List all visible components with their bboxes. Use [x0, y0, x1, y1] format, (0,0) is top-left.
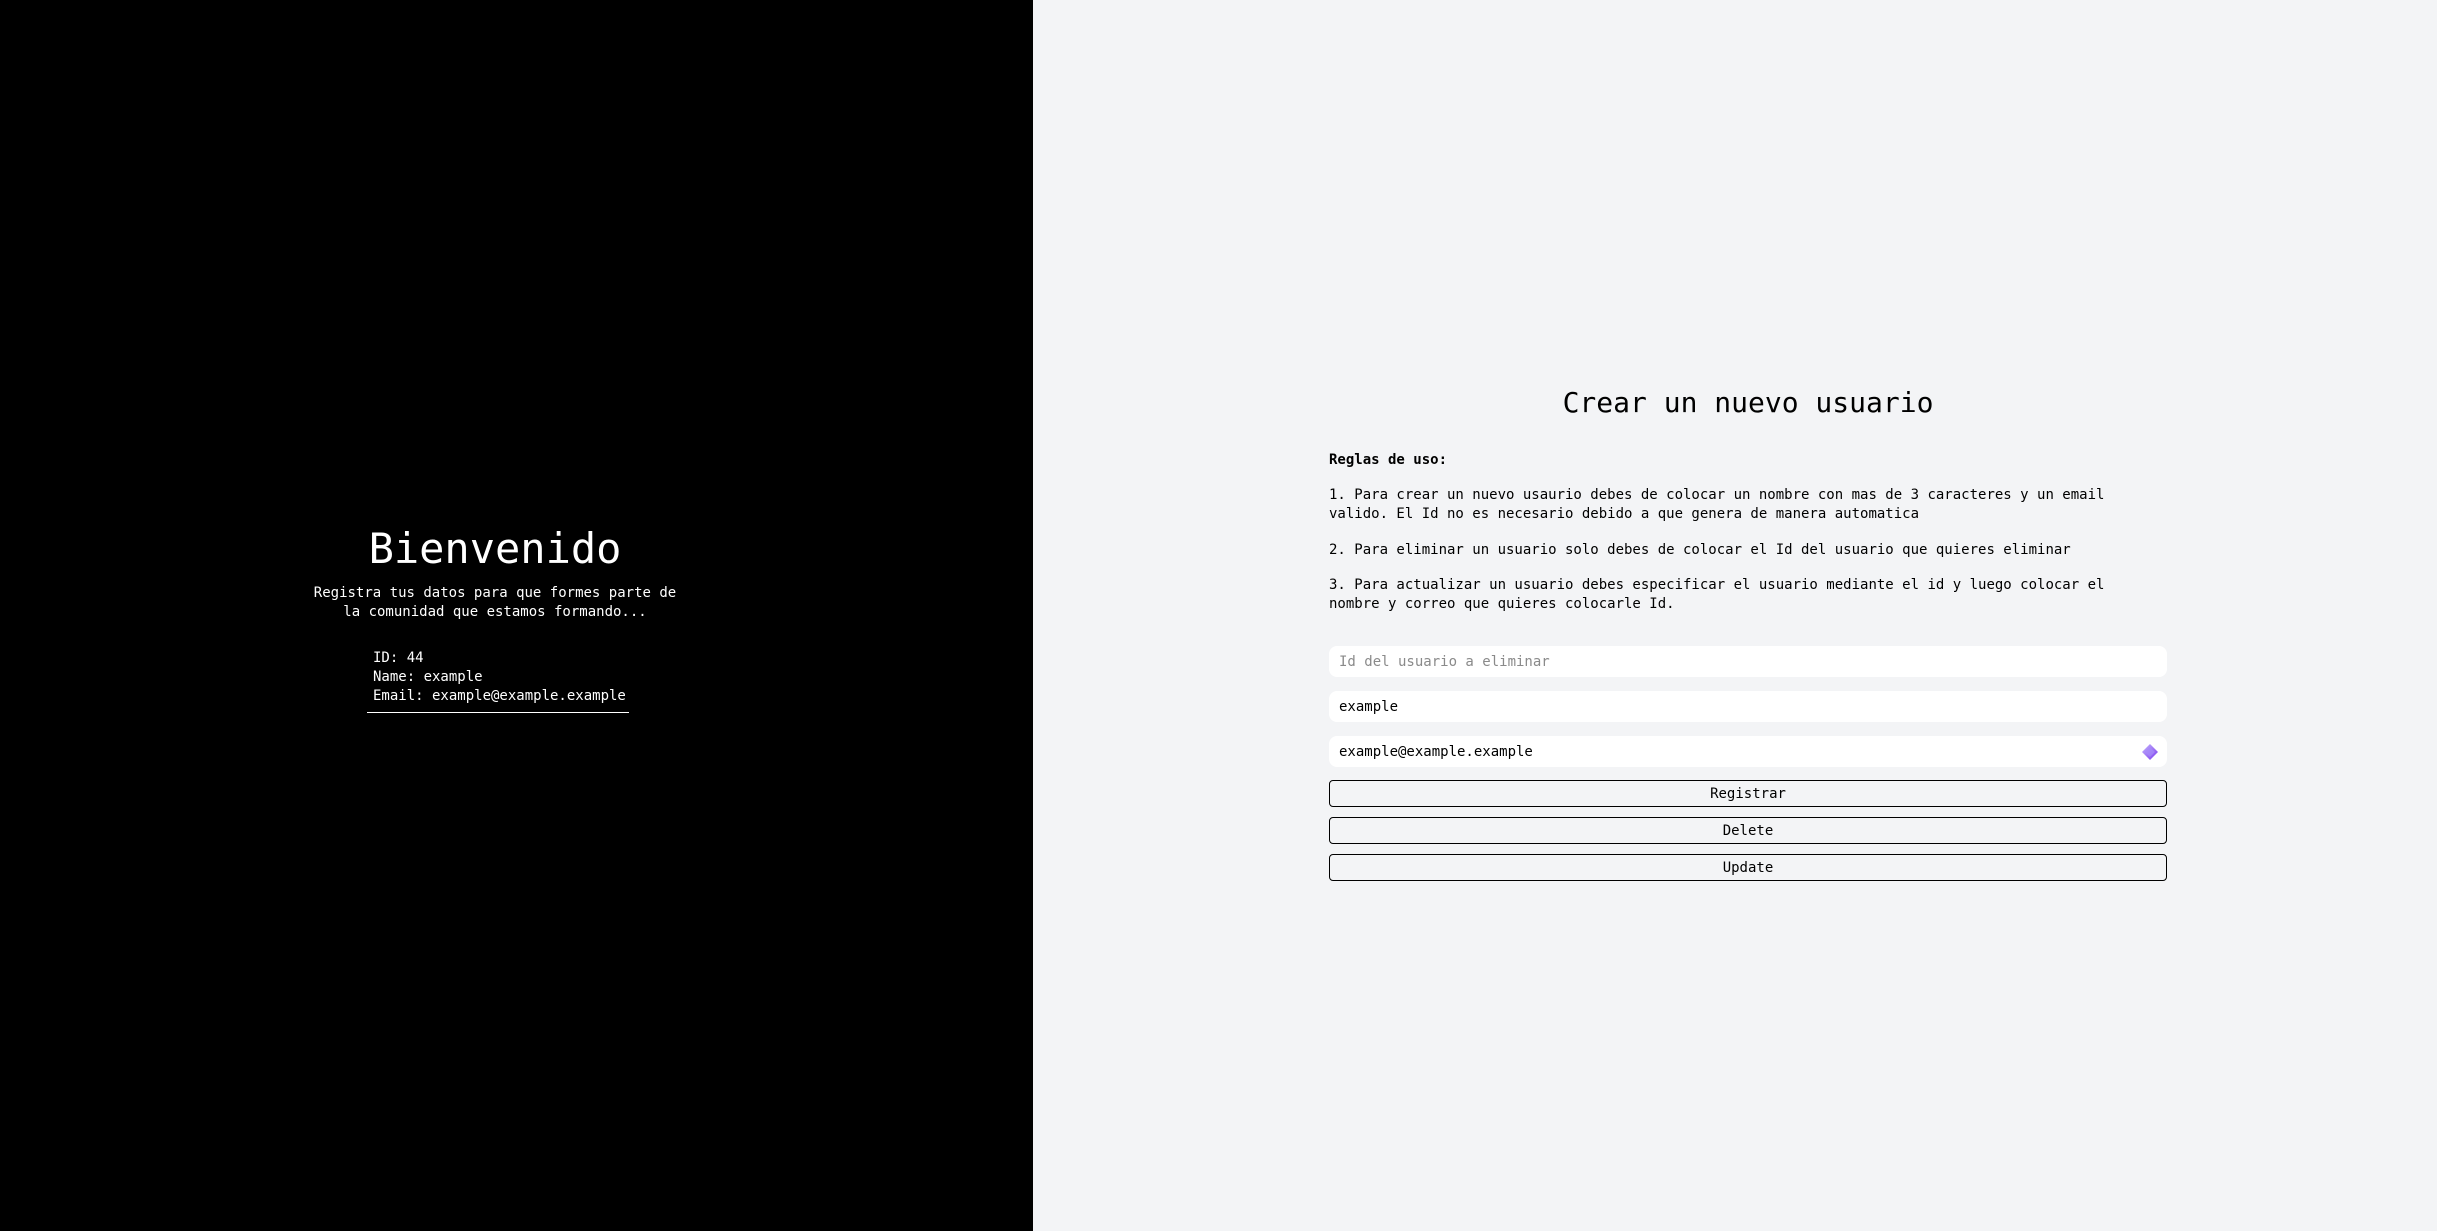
user-info-card: ID: 44 Name: example Email: example@exam…	[367, 649, 629, 713]
update-button[interactable]: Update	[1329, 854, 2167, 881]
name-input[interactable]	[1329, 691, 2167, 722]
email-input[interactable]	[1329, 736, 2167, 767]
welcome-title: Bienvenido	[368, 524, 622, 573]
rules-heading: Reglas de uso:	[1329, 452, 1448, 468]
user-form-panel: Crear un nuevo usuario Reglas de uso: 1.…	[1033, 0, 2437, 1231]
rule-update: 3. Para actualizar un usuario debes espe…	[1329, 577, 2105, 612]
id-field	[1329, 646, 2167, 677]
register-button[interactable]: Registrar	[1329, 780, 2167, 807]
user-name: Name: example	[373, 669, 483, 685]
welcome-panel: Bienvenido Registra tus datos para que f…	[0, 0, 1033, 1231]
user-id: ID: 44	[373, 650, 424, 666]
form-title: Crear un nuevo usuario	[1562, 386, 1934, 419]
password-manager-icon[interactable]	[2141, 743, 2159, 761]
rule-delete: 2. Para eliminar un usuario solo debes d…	[1329, 542, 2071, 558]
id-input[interactable]	[1329, 646, 2167, 677]
welcome-subtitle: Registra tus datos para que formes parte…	[313, 585, 677, 620]
user-email: Email: example@example.example	[373, 688, 626, 704]
email-field	[1329, 736, 2167, 767]
delete-button[interactable]: Delete	[1329, 817, 2167, 844]
rule-create: 1. Para crear un nuevo usaurio debes de …	[1329, 487, 2105, 522]
page: Bienvenido Registra tus datos para que f…	[0, 0, 2437, 1231]
name-field	[1329, 691, 2167, 722]
